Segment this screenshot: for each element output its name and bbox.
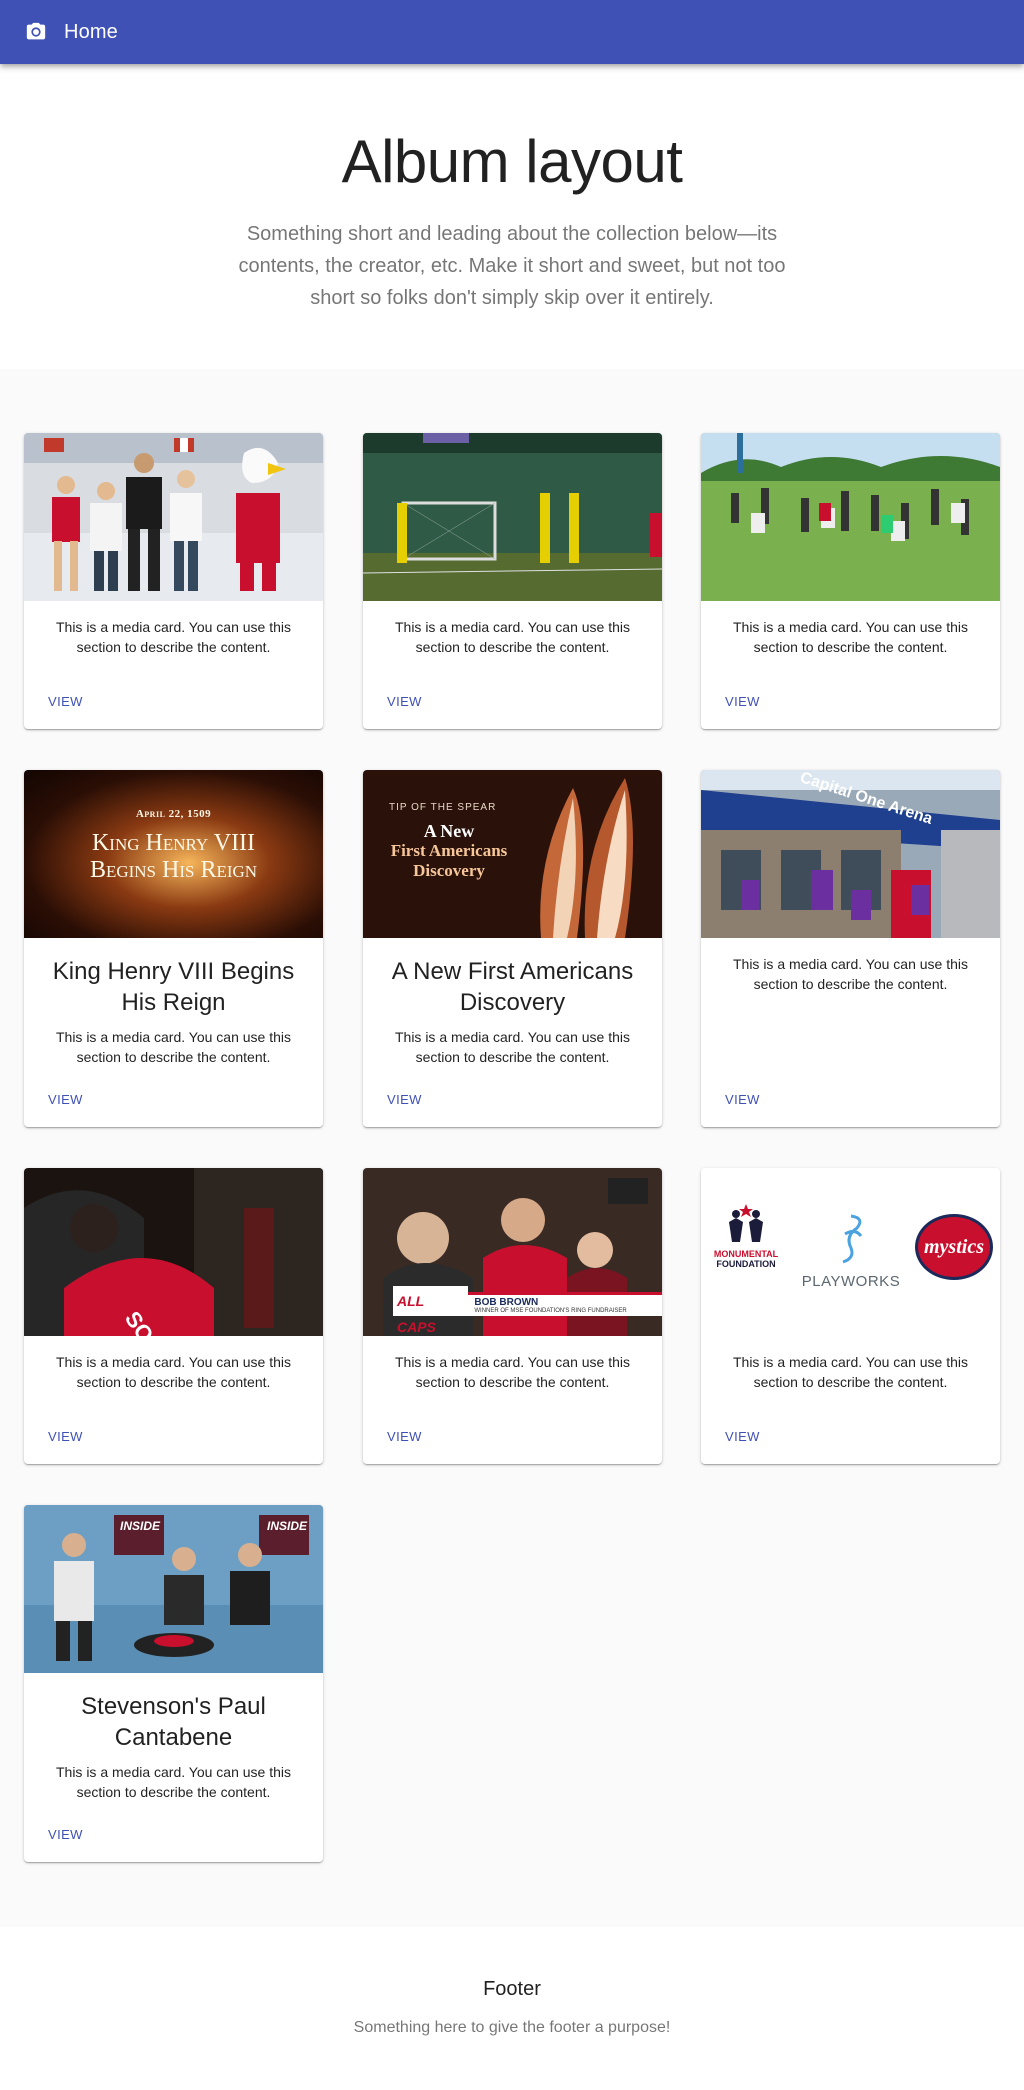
card-description: This is a media card. You can use this s… [394, 1029, 631, 1065]
all-caps-badge: ALL CAPS [393, 1286, 469, 1335]
media-card: April 22, 1509 King Henry VIII Begins Hi… [24, 770, 323, 1127]
hero-description: Something short and leading about the co… [238, 223, 786, 309]
lower-third-name: BOB BROWN [474, 1297, 539, 1308]
card-media: Capital One Arena [701, 770, 1000, 938]
media-headline: Discovery [413, 861, 485, 880]
media-card: This is a media card. You can use this s… [363, 433, 662, 729]
card-description: This is a media card. You can use this s… [55, 619, 292, 655]
media-headline: A New [423, 821, 475, 841]
card-description: This is a media card. You can use this s… [394, 1354, 631, 1390]
card-description: This is a media card. You can use this s… [732, 619, 969, 655]
card-media [24, 433, 323, 601]
hero-section: Album layout Something short and leading… [0, 64, 1024, 369]
view-button[interactable]: View [387, 694, 422, 709]
view-button[interactable]: View [387, 1429, 422, 1444]
media-headline: Begins His Reign [89, 857, 258, 883]
media-card: This is a media card. You can use this s… [24, 433, 323, 729]
view-button[interactable]: View [725, 694, 760, 709]
media-date: April 22, 1509 [135, 808, 212, 820]
card-description: This is a media card. You can use this s… [732, 956, 969, 992]
mystics-logo: mystics [915, 1214, 993, 1280]
view-button[interactable]: View [48, 1092, 83, 1107]
card-media: MONUMENTAL FOUNDATION PLAYWORKS mystics [701, 1168, 1000, 1336]
page-title: Album layout [341, 128, 683, 195]
media-headline: First Americans [390, 841, 508, 860]
lower-third-sub: WINNER OF MSE FOUNDATION'S RING FUNDRAIS… [474, 1308, 627, 1314]
footer-title: Footer [483, 1978, 541, 2000]
media-card: Capital One Arena This is a media card. … [701, 770, 1000, 1127]
footer: Footer Something here to give the footer… [0, 1927, 1024, 2090]
view-button[interactable]: View [725, 1429, 760, 1444]
card-title: A New First Americans Discovery [391, 958, 634, 1016]
card-description: This is a media card. You can use this s… [394, 619, 631, 655]
view-button[interactable]: View [48, 1429, 83, 1444]
media-kicker: TIP OF THE SPEAR [389, 802, 497, 813]
card-media: SON [24, 1168, 323, 1336]
view-button[interactable]: View [48, 1827, 83, 1842]
studio-banner: INSIDE [120, 1519, 161, 1533]
media-headline: King Henry VIII [91, 830, 256, 856]
logo-text: mystics [924, 1235, 984, 1258]
card-description: This is a media card. You can use this s… [732, 1354, 969, 1390]
footer-subtitle: Something here to give the footer a purp… [353, 2019, 671, 2036]
card-media [363, 433, 662, 601]
view-button[interactable]: View [387, 1092, 422, 1107]
card-media: TIP OF THE SPEAR A New First Americans D… [363, 770, 662, 938]
card-description: This is a media card. You can use this s… [55, 1029, 292, 1065]
card-title: King Henry VIII Begins His Reign [52, 958, 295, 1016]
media-card: SON This is a media card. You can use th… [24, 1168, 323, 1464]
card-media [701, 433, 1000, 601]
media-card: ALL CAPS BOB BROWN WINNER OF MSE FOUNDAT… [363, 1168, 662, 1464]
logo-text: MONUMENTAL [713, 1249, 779, 1259]
camera-icon [24, 20, 48, 44]
studio-banner: INSIDE [267, 1519, 308, 1533]
card-title: Stevenson's Paul Cantabene [81, 1693, 266, 1751]
media-card: INSIDE INSIDE Stevenson's Paul Cantabene… [24, 1505, 323, 1862]
view-button[interactable]: View [725, 1092, 760, 1107]
card-media: April 22, 1509 King Henry VIII Begins Hi… [24, 770, 323, 938]
card-media: INSIDE INSIDE [24, 1505, 323, 1673]
card-media: ALL CAPS BOB BROWN WINNER OF MSE FOUNDAT… [363, 1168, 662, 1336]
card-grid: This is a media card. You can use this s… [0, 369, 1024, 1929]
playworks-logo: PLAYWORKS [795, 1212, 907, 1290]
app-title: Home [64, 20, 118, 43]
logo-text: PLAYWORKS [801, 1273, 901, 1290]
app-bar: Home [0, 0, 1024, 64]
media-card: TIP OF THE SPEAR A New First Americans D… [363, 770, 662, 1127]
media-card: MONUMENTAL FOUNDATION PLAYWORKS mystics … [701, 1168, 1000, 1464]
card-description: This is a media card. You can use this s… [55, 1764, 292, 1800]
view-button[interactable]: View [48, 694, 83, 709]
monumental-logo: MONUMENTAL FOUNDATION [707, 1204, 785, 1269]
logo-text: FOUNDATION [716, 1259, 776, 1269]
card-description: This is a media card. You can use this s… [55, 1354, 292, 1390]
media-card: This is a media card. You can use this s… [701, 433, 1000, 729]
